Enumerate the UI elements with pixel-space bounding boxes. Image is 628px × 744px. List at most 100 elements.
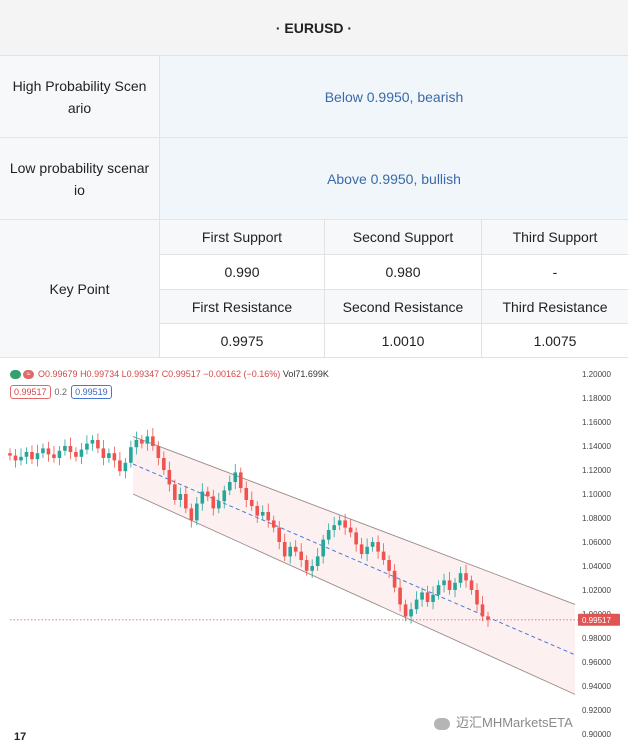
candle-body	[216, 501, 221, 509]
bid-ask-boxes: 0.99517 0.2 0.99519	[10, 385, 112, 399]
chart-canvas[interactable]: 1.20000 1.18000 1.16000 1.14000 1.12000 1.100…	[0, 360, 628, 744]
candle-body	[85, 443, 89, 450]
tradingview-logo-icon: 17	[14, 731, 27, 743]
candle-body	[46, 448, 51, 455]
candle-body	[343, 520, 347, 528]
high-probability-value: Below 0.9950, bearish	[160, 56, 628, 138]
candle-body	[178, 494, 183, 500]
ohlc-legend: ≈ O0.99679 H0.99734 L0.99347 C0.99517 −0.…	[10, 369, 329, 380]
candle-body	[469, 580, 474, 590]
candle-body	[57, 450, 62, 458]
candle-body	[409, 609, 413, 617]
candle-body	[282, 542, 287, 557]
y-tick-label: 1.14000	[582, 442, 611, 451]
candle-body	[370, 542, 375, 547]
y-tick-label: 1.12000	[582, 466, 611, 475]
candle-body	[90, 440, 95, 444]
candle-body	[332, 525, 336, 530]
candle-body	[447, 580, 452, 590]
candle-body	[453, 582, 457, 590]
y-tick-label: 1.04000	[582, 562, 611, 571]
candle-body	[189, 508, 194, 521]
second-resistance-header: Second Resistance	[325, 290, 482, 324]
y-tick-label: 1.08000	[582, 514, 611, 523]
ohlc-change: −0.00162 (−0.16%)	[203, 369, 281, 379]
second-support-value: 0.980	[325, 255, 482, 290]
candle-body	[244, 488, 249, 500]
scenario-table: · EURUSD · High Probability Scen ario Be…	[0, 0, 628, 358]
wechat-icon	[434, 717, 450, 730]
candle-body	[464, 573, 468, 581]
candle-body	[79, 449, 84, 457]
wave-icon: ≈	[23, 370, 34, 380]
candle-body	[376, 542, 380, 552]
first-support-value: 0.990	[160, 255, 325, 290]
candle-body	[431, 594, 435, 602]
volume: Vol71.699K	[282, 369, 329, 379]
y-tick-label: 0.94000	[582, 682, 611, 691]
candle-body	[74, 452, 78, 457]
candle-body	[442, 580, 446, 586]
candle-body	[19, 456, 23, 461]
candle-body	[260, 512, 265, 516]
candle-body	[112, 453, 117, 461]
third-resistance-value: 1.0075	[482, 324, 628, 358]
green-status-icon	[10, 370, 21, 380]
ohlc-low: L0.99347	[121, 369, 160, 379]
ohlc-close: C0.99517	[161, 369, 201, 379]
second-support-header: Second Support	[325, 220, 482, 255]
watermark-text: 迈汇MHMarketsETA	[456, 715, 573, 730]
candle-body	[200, 491, 205, 504]
candle-body	[30, 452, 34, 460]
low-probability-label: Low probability scenar io	[0, 138, 160, 220]
first-support-header: First Support	[160, 220, 325, 255]
candle-body	[348, 527, 353, 533]
y-tick-label: 1.20000	[582, 370, 611, 379]
candle-body	[475, 590, 479, 605]
candle-body	[134, 440, 139, 448]
candle-body	[271, 520, 276, 528]
candle-body	[222, 490, 227, 502]
candle-body	[151, 436, 155, 446]
candle-body	[420, 592, 424, 600]
y-tick-label: 1.18000	[582, 394, 611, 403]
candle-body	[35, 453, 40, 460]
candle-body	[436, 585, 441, 595]
candle-body	[304, 560, 309, 571]
candle-body	[354, 532, 358, 545]
candle-body	[145, 436, 150, 444]
candle-body	[8, 453, 12, 456]
y-tick-label: 1.06000	[582, 538, 611, 547]
candle-body	[118, 460, 122, 472]
ask-box[interactable]: 0.99519	[71, 385, 112, 399]
table-title: · EURUSD ·	[0, 0, 628, 56]
y-tick-label: 0.92000	[582, 706, 611, 715]
key-point-label: Key Point	[0, 220, 160, 358]
candle-body	[425, 592, 430, 602]
candle-body	[184, 494, 188, 509]
candle-body	[68, 446, 73, 452]
y-tick-label: 1.02000	[582, 586, 611, 595]
candle-body	[129, 447, 133, 463]
candle-body	[403, 604, 408, 617]
candle-body	[167, 470, 172, 485]
candle-body	[315, 556, 320, 566]
candle-body	[398, 587, 402, 605]
third-support-header: Third Support	[482, 220, 628, 255]
candle-body	[277, 527, 282, 542]
bid-box[interactable]: 0.99517	[10, 385, 51, 399]
candle-body	[365, 546, 369, 554]
candle-body	[293, 546, 298, 552]
candle-body	[101, 448, 106, 458]
channel-fill	[133, 436, 575, 695]
y-tick-label: 1.16000	[582, 418, 611, 427]
candle-body	[249, 500, 254, 506]
ohlc-open: O0.99679	[38, 369, 78, 379]
second-resistance-value: 1.0010	[325, 324, 482, 358]
candle-body	[123, 462, 128, 472]
candle-body	[414, 599, 419, 610]
price-chart[interactable]: 1.20000 1.18000 1.16000 1.14000 1.12000 1.100…	[0, 360, 628, 744]
candle-body	[140, 440, 144, 444]
candle-body	[195, 503, 199, 521]
candle-body	[255, 506, 260, 516]
